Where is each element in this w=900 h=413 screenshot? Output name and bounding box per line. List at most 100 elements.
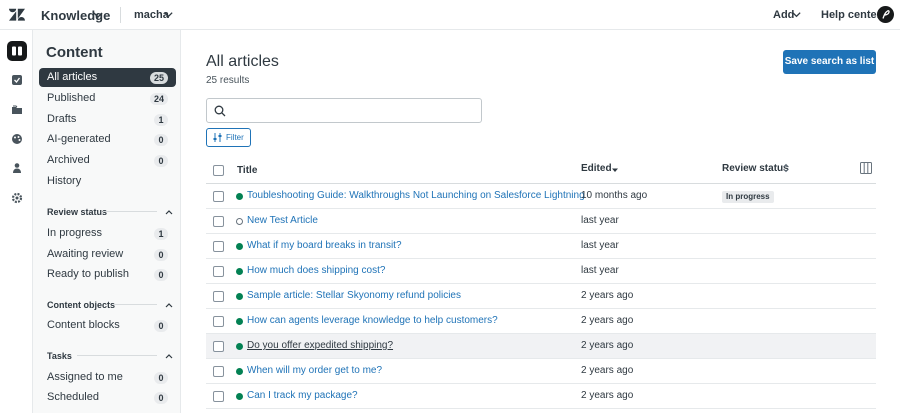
row-checkbox[interactable] — [213, 241, 224, 252]
article-title-link[interactable]: How can agents leverage knowledge to hel… — [247, 315, 498, 326]
rail-theme[interactable] — [7, 129, 27, 149]
sidebar-item-in-progress[interactable]: In progress 1 — [39, 224, 176, 243]
divider — [113, 304, 157, 305]
edited-time: 2 years ago — [581, 340, 634, 351]
chevron-down-icon[interactable] — [92, 9, 104, 21]
search-icon — [214, 105, 226, 117]
columns-icon[interactable] — [860, 162, 872, 174]
row-checkbox[interactable] — [213, 366, 224, 377]
edited-time: last year — [581, 215, 619, 226]
sidebar-item-ready-to-publish[interactable]: Ready to publish 0 — [39, 265, 176, 284]
table-row[interactable]: Sample article: Stellar Skyonomy refund … — [206, 284, 876, 309]
filter-button[interactable]: Filter — [206, 128, 251, 147]
row-checkbox[interactable] — [213, 291, 224, 302]
published-status-icon — [236, 293, 243, 300]
table-row[interactable]: How much does shipping cost? last year — [206, 259, 876, 284]
chevron-up-icon[interactable] — [164, 351, 174, 361]
table-row[interactable]: Do you offer expedited shipping? 2 years… — [206, 334, 876, 359]
row-checkbox[interactable] — [213, 316, 224, 327]
row-checkbox[interactable] — [213, 216, 224, 227]
article-title-link[interactable]: Do you offer expedited shipping? — [247, 340, 393, 351]
page-title: All articles — [206, 53, 279, 70]
published-status-icon — [236, 193, 243, 200]
row-checkbox[interactable] — [213, 191, 224, 202]
table-row[interactable]: Can I track my package? 2 years ago — [206, 384, 876, 409]
column-header-edited[interactable]: Edited — [581, 163, 612, 174]
sort-icon[interactable] — [782, 163, 790, 173]
count-badge: 0 — [154, 155, 168, 167]
sidebar-item-label: Published — [47, 92, 96, 104]
edited-time: 2 years ago — [581, 315, 634, 326]
count-badge: 0 — [154, 269, 168, 281]
edited-time: 10 months ago — [581, 190, 648, 201]
sidebar-item-label: Archived — [47, 154, 90, 166]
article-title-link[interactable]: How much does shipping cost? — [247, 265, 385, 276]
table-row[interactable]: When will my order get to me? 2 years ag… — [206, 359, 876, 384]
article-title-link[interactable]: New Test Article — [247, 215, 318, 226]
article-title-link[interactable]: Toubleshooting Guide: Walkthroughs Not L… — [247, 190, 585, 201]
rail-folders[interactable] — [7, 100, 27, 120]
help-center-link[interactable]: Help center — [821, 9, 881, 21]
count-badge: 0 — [154, 372, 168, 384]
edited-time: last year — [581, 240, 619, 251]
count-badge: 1 — [154, 114, 168, 126]
rail-knowledge[interactable] — [7, 41, 27, 61]
article-title-link[interactable]: When will my order get to me? — [247, 365, 382, 376]
chevron-up-icon[interactable] — [164, 300, 174, 310]
divider — [103, 211, 157, 212]
save-search-button[interactable]: Save search as list — [783, 50, 876, 74]
sidebar-item-drafts[interactable]: Drafts 1 — [39, 110, 176, 129]
published-status-icon — [236, 243, 243, 250]
sidebar-item-awaiting-review[interactable]: Awaiting review 0 — [39, 245, 176, 264]
table-row[interactable]: How can agents leverage knowledge to hel… — [206, 309, 876, 334]
zendesk-logo-icon[interactable] — [9, 7, 25, 23]
folders-icon — [12, 105, 22, 114]
sidebar-item-scheduled[interactable]: Scheduled 0 — [39, 388, 176, 407]
row-checkbox[interactable] — [213, 266, 224, 277]
sidebar-item-label: Content blocks — [47, 319, 120, 331]
sidebar-item-assigned-to-me[interactable]: Assigned to me 0 — [39, 368, 176, 387]
palette-icon — [12, 134, 22, 144]
article-title-link[interactable]: What if my board breaks in transit? — [247, 240, 402, 251]
row-checkbox[interactable] — [213, 391, 224, 402]
chevron-up-icon[interactable] — [164, 207, 174, 217]
content-sidebar: Content All articles 25 Published 24 Dra… — [33, 30, 181, 413]
published-status-icon — [236, 268, 243, 275]
table-row[interactable]: Toubleshooting Guide: Walkthroughs Not L… — [206, 184, 876, 209]
published-status-icon — [236, 318, 243, 325]
column-header-review-status[interactable]: Review status — [722, 163, 789, 174]
section-heading-review-status: Review status — [47, 207, 108, 217]
sidebar-item-label: All articles — [47, 71, 98, 83]
rail-people[interactable] — [7, 158, 27, 178]
sidebar-item-history[interactable]: History — [39, 172, 176, 191]
sidebar-item-all-articles[interactable]: All articles 25 — [39, 68, 176, 87]
rail-review[interactable] — [7, 70, 27, 90]
table-row[interactable]: What if my board breaks in transit? last… — [206, 234, 876, 259]
table-row[interactable]: New Test Article last year — [206, 209, 876, 234]
sidebar-item-content-blocks[interactable]: Content blocks 0 — [39, 316, 176, 335]
chevron-down-icon[interactable] — [163, 9, 174, 20]
article-title-link[interactable]: Can I track my package? — [247, 390, 358, 401]
sidebar-item-label: Drafts — [47, 113, 77, 125]
filter-icon — [213, 133, 222, 142]
sidebar-item-archived[interactable]: Archived 0 — [39, 151, 176, 170]
count-badge: 0 — [154, 134, 168, 146]
published-status-icon — [236, 343, 243, 350]
draft-status-icon — [236, 218, 243, 225]
sort-down-icon[interactable] — [611, 166, 619, 174]
select-all-checkbox[interactable] — [213, 165, 224, 176]
sidebar-item-published[interactable]: Published 24 — [39, 89, 176, 108]
row-checkbox[interactable] — [213, 341, 224, 352]
count-badge: 0 — [154, 249, 168, 261]
sidebar-item-ai-generated[interactable]: AI-generated 0 — [39, 130, 176, 149]
chevron-down-icon[interactable] — [791, 9, 802, 20]
article-title-link[interactable]: Sample article: Stellar Skyonomy refund … — [247, 290, 461, 301]
count-badge: 1 — [154, 228, 168, 240]
settings-icon — [11, 192, 23, 204]
results-count: 25 results — [206, 75, 250, 86]
edited-time: 2 years ago — [581, 365, 634, 376]
avatar[interactable] — [877, 6, 894, 23]
search-input[interactable] — [206, 98, 482, 123]
rail-settings[interactable] — [7, 188, 27, 208]
column-header-title[interactable]: Title — [237, 165, 257, 176]
